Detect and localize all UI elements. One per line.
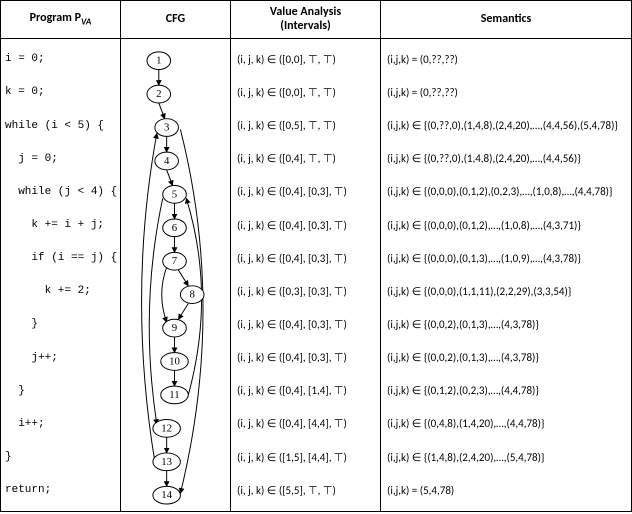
svg-text:5: 5 xyxy=(172,188,177,200)
cfg-node: 13 xyxy=(153,453,181,471)
va-cell: (i, j, k) ∈ ([5,5], ⊤, ⊤) xyxy=(231,475,380,505)
cfg-node: 12 xyxy=(153,419,181,437)
cfg-node: 5 xyxy=(163,185,187,203)
va-cell: (i, j, k) ∈ ([0,0], ⊤, ⊤) xyxy=(231,44,380,74)
sem-cell: (i,j,k) ∈ {(0,4,8),(1,4,20),…,(4,4,78)} xyxy=(381,409,631,439)
code-line: j = 0; xyxy=(1,144,120,174)
sem-cell: (i,j,k) = (5,4,78) xyxy=(381,475,631,505)
cfg-node: 1 xyxy=(147,52,171,70)
va-cell: (i, j, k) ∈ ([0,0], ⊤, ⊤) xyxy=(231,77,380,107)
cfg-node: 9 xyxy=(163,319,187,337)
code-line: while (j < 4) { xyxy=(1,177,120,207)
va-cell: (i, j, k) ∈ ([0,4], [4,4], ⊤) xyxy=(231,409,380,439)
code-line: k = 0; xyxy=(1,77,120,107)
svg-text:6: 6 xyxy=(172,222,178,234)
semantics-column: (i,j,k) = (0,??,??) (i,j,k) = (0,??,??) … xyxy=(381,39,631,511)
sem-cell: (i,j,k) = (0,??,??) xyxy=(381,44,631,74)
header-program-sub: VA xyxy=(81,16,91,27)
va-cell: (i, j, k) ∈ ([0,4], ⊤, ⊤) xyxy=(231,144,380,174)
svg-text:14: 14 xyxy=(161,489,172,501)
cfg-node: 7 xyxy=(163,252,187,270)
va-cell: (i, j, k) ∈ ([0,4], [0,3], ⊤) xyxy=(231,177,380,207)
header-program: Program PVA xyxy=(1,1,121,38)
table-header-row: Program PVA CFG Value Analysis (Interval… xyxy=(1,1,631,39)
code-line: i = 0; xyxy=(1,44,120,74)
cfg-node: 6 xyxy=(163,219,187,237)
code-line: } xyxy=(1,309,120,339)
svg-text:2: 2 xyxy=(156,88,161,100)
header-semantics: Semantics xyxy=(381,1,631,38)
code-line: j++; xyxy=(1,343,120,373)
header-va-line1: Value Analysis xyxy=(270,5,341,19)
va-cell: (i, j, k) ∈ ([0,4], [0,3], ⊤) xyxy=(231,243,380,273)
sem-cell: (i,j,k) ∈ {(0,0,0),(0,1,2),(0,2,3),…,(1,… xyxy=(381,177,631,207)
svg-text:9: 9 xyxy=(172,322,177,334)
svg-text:10: 10 xyxy=(169,355,180,367)
svg-text:8: 8 xyxy=(190,288,195,300)
cfg-node: 11 xyxy=(161,386,189,404)
code-line: if (i == j) { xyxy=(1,243,120,273)
sem-cell: (i,j,k) ∈ {(0,??,0),(1,4,8),(2,4,20),…,(… xyxy=(381,111,631,141)
cfg-node: 14 xyxy=(153,486,181,504)
header-program-text: Program P xyxy=(30,11,81,25)
code-line: k += 2; xyxy=(1,276,120,306)
program-column: i = 0; k = 0; while (i < 5) { j = 0; whi… xyxy=(1,39,121,511)
svg-text:13: 13 xyxy=(161,456,172,468)
sem-cell: (i,j,k) ∈ {(1,4,8),(2,4,20),…,(5,4,78)} xyxy=(381,442,631,472)
cfg-node: 2 xyxy=(147,85,171,103)
va-cell: (i, j, k) ∈ ([0,4], [0,3], ⊤) xyxy=(231,309,380,339)
sem-cell: (i,j,k) ∈ {(0,0,0),(1,1,11),(2,2,29),(3,… xyxy=(381,276,631,306)
header-value-analysis: Value Analysis (Intervals) xyxy=(231,1,381,38)
analysis-table: Program PVA CFG Value Analysis (Interval… xyxy=(0,0,632,512)
cfg-column: 1 2 3 4 5 6 7 8 9 10 11 12 13 14 xyxy=(121,39,231,511)
sem-cell: (i,j,k) ∈ {(0,0,0),(0,1,2),…,(1,0,8),…,(… xyxy=(381,210,631,240)
va-cell: (i, j, k) ∈ ([0,5], ⊤, ⊤) xyxy=(231,111,380,141)
header-cfg: CFG xyxy=(121,1,231,38)
code-line: k += i + j; xyxy=(1,210,120,240)
sem-cell: (i,j,k) ∈ {(0,0,0),(0,1,3),…,(1,0,9),…,(… xyxy=(381,243,631,273)
value-analysis-column: (i, j, k) ∈ ([0,0], ⊤, ⊤) (i, j, k) ∈ ([… xyxy=(231,39,381,511)
svg-text:7: 7 xyxy=(172,255,178,267)
header-program-label: Program PVA xyxy=(30,11,92,28)
cfg-diagram: 1 2 3 4 5 6 7 8 9 10 11 12 13 14 xyxy=(121,43,230,507)
cfg-node: 10 xyxy=(161,352,189,370)
code-line: i++; xyxy=(1,409,120,439)
sem-cell: (i,j,k) ∈ {(0,0,2),(0,1,3),…,(4,3,78)} xyxy=(381,343,631,373)
va-cell: (i, j, k) ∈ ([1,5], [4,4], ⊤) xyxy=(231,442,380,472)
cfg-node: 4 xyxy=(155,152,179,170)
svg-text:12: 12 xyxy=(161,422,172,434)
code-line: return; xyxy=(1,475,120,505)
va-cell: (i, j, k) ∈ ([0,4], [0,3], ⊤) xyxy=(231,210,380,240)
sem-cell: (i,j,k) ∈ {(0,0,2),(0,1,3),…,(4,3,78)} xyxy=(381,309,631,339)
cfg-node: 8 xyxy=(180,286,204,304)
va-cell: (i, j, k) ∈ ([0,4], [0,3], ⊤) xyxy=(231,343,380,373)
va-cell: (i, j, k) ∈ ([0,4], [1,4], ⊤) xyxy=(231,376,380,406)
va-cell: (i, j, k) ∈ ([0,3], [0,3], ⊤) xyxy=(231,276,380,306)
cfg-node: 3 xyxy=(155,118,179,136)
code-line: } xyxy=(1,376,120,406)
svg-text:1: 1 xyxy=(156,54,161,66)
sem-cell: (i,j,k) ∈ {(0,1,2),(0,2,3),…,(4,4,78)} xyxy=(381,376,631,406)
sem-cell: (i,j,k) = (0,??,??) xyxy=(381,77,631,107)
svg-text:4: 4 xyxy=(164,155,170,167)
svg-text:3: 3 xyxy=(164,121,169,133)
code-line: } xyxy=(1,442,120,472)
sem-cell: (i,j,k) ∈ {(0,??,0),(1,4,8),(2,4,20),…,(… xyxy=(381,144,631,174)
code-line: while (i < 5) { xyxy=(1,111,120,141)
table-body: i = 0; k = 0; while (i < 5) { j = 0; whi… xyxy=(1,39,631,511)
header-va-line2: (Intervals) xyxy=(280,19,331,33)
svg-text:11: 11 xyxy=(169,389,179,401)
